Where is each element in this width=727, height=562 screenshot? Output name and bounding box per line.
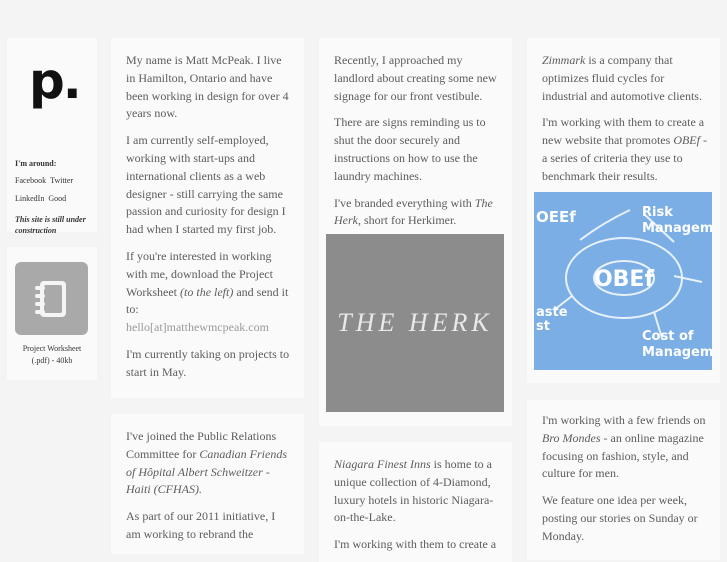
link-good[interactable]: Good [48,194,66,203]
obef-manage2-label: Managem [642,345,712,360]
worksheet-size: (.pdf) - 40kb [31,356,73,365]
worksheet-card: Project Worksheet (.pdf) - 40kb [7,247,97,380]
projects-text: I'm currently taking on projects to star… [126,346,290,379]
obef-diagram-image[interactable]: OBEf OEEf Risk Managem aste st Cost of M… [534,192,712,370]
zimmark-text: Zimmark is a company that optimizes flui… [542,53,702,103]
profile-card: p. I'm around: Facebook Twitter LinkedIn… [7,38,97,235]
pr-text: I've joined the Public Relations Committ… [126,429,287,497]
about-card: My name is Matt McPeak. I live in Hamilt… [111,38,304,398]
logo[interactable]: p. [29,56,82,106]
cfhas-card: I've joined the Public Relations Committ… [111,414,304,554]
around-label: I'm around: [15,159,57,168]
niagara-more-text: I'm working with them to create a [334,537,497,552]
interested-text: If you're interested in working with me,… [126,248,289,335]
link-twitter[interactable]: Twitter [50,176,73,185]
branded-text: I've branded everything with The Herk, s… [334,195,493,228]
niagara-text: Niagara Finest Inns is home to a unique … [334,457,494,525]
obef-st-label: st [536,319,550,334]
friends-text: I'm working with a few friends on Bro Mo… [542,413,706,481]
intro-text: My name is Matt McPeak. I live in Hamilt… [126,53,289,121]
construction-note: This site is still under construction [15,215,86,235]
obef-tl-label: OEEf [536,208,576,226]
notebook-icon [35,281,66,317]
self-employed-text: I am currently self-employed, working wi… [126,133,286,237]
obef-waste-label: aste [536,305,568,320]
worksheet-download-button[interactable] [15,262,88,335]
signs-text: There are signs reminding us to shut the… [334,115,486,183]
obef-risk-label: Risk [642,205,673,220]
initiative-text: As part of our 2011 initiative, I am wor… [126,509,276,541]
herk-image[interactable]: THE HERK [326,234,504,412]
link-linkedin[interactable]: LinkedIn [15,194,44,203]
website-text: I'm working with them to create a new we… [542,115,707,183]
obef-cost-label: Cost of [642,329,694,344]
feature-text: We feature one idea per week, posting ou… [542,493,698,543]
worksheet-title: Project Worksheet [22,344,82,353]
obef-center-label: OBEf [594,267,654,292]
email-link[interactable]: hello[at]matthewmcpeak.com [126,320,269,334]
bro-mondes-card: I'm working with a few friends on Bro Mo… [527,400,720,560]
obef-manage-label: Managem [642,221,712,236]
link-facebook[interactable]: Facebook [15,176,46,185]
landlord-text: Recently, I approached my landlord about… [334,53,497,103]
obef-sketch: OBEf OEEf Risk Managem aste st Cost of M… [536,205,712,360]
herk-title: THE HERK [337,308,493,337]
niagara-card: Niagara Finest Inns is home to a unique … [319,442,512,562]
logo-text: p. [29,52,82,110]
